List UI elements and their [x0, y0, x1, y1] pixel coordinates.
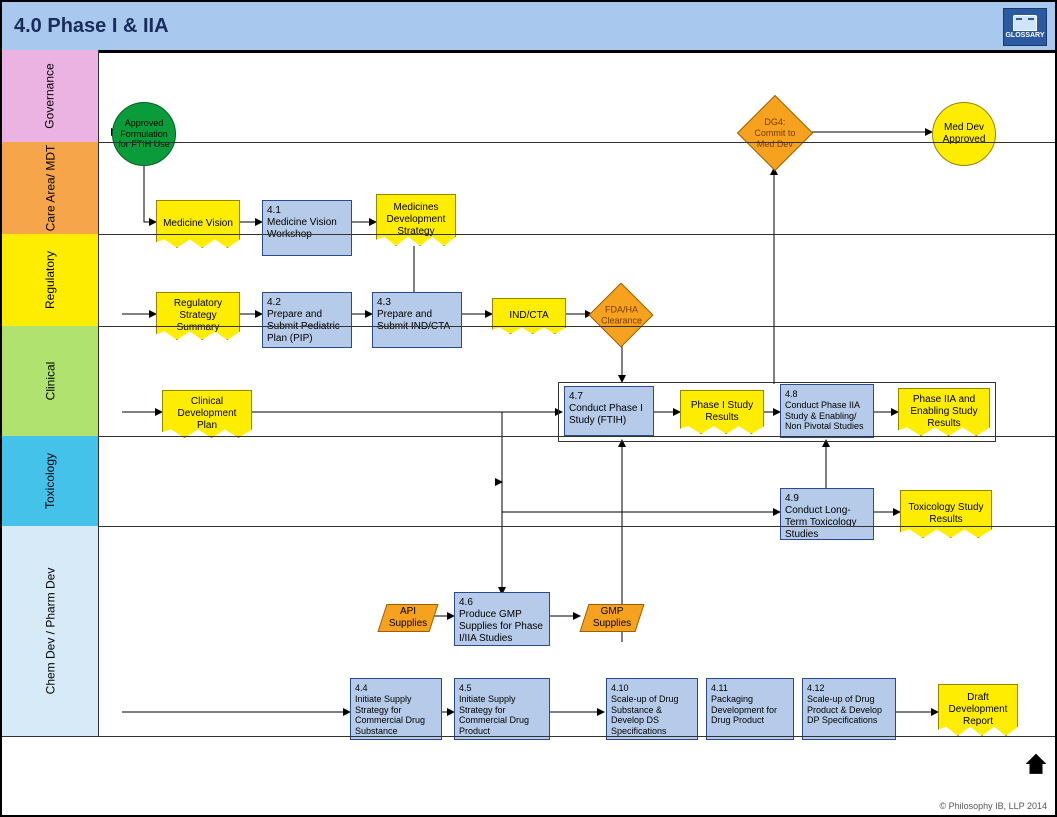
- lane-row-chem: [98, 526, 1055, 737]
- footer-copyright: © Philosophy IB, LLP 2014: [939, 801, 1047, 811]
- lane-row-clinical: [98, 326, 1055, 437]
- lane-row-governance: [98, 50, 1055, 143]
- lane-clinical: Clinical: [2, 326, 99, 437]
- lane-row-toxicology: [98, 436, 1055, 527]
- lane-regulatory: Regulatory: [2, 234, 99, 327]
- lane-row-care: [98, 142, 1055, 235]
- lane-chem: Chem Dev / Pharm Dev: [2, 526, 99, 737]
- lane-toxicology: Toxicology: [2, 436, 99, 527]
- glossary-button[interactable]: GLOSSARY: [1003, 8, 1047, 46]
- page-title: 4.0 Phase I & IIA: [2, 2, 1055, 53]
- lane-row-regulatory: [98, 234, 1055, 327]
- lane-governance: Governance: [2, 50, 99, 143]
- lane-care: Care Area/ MDT: [2, 142, 99, 235]
